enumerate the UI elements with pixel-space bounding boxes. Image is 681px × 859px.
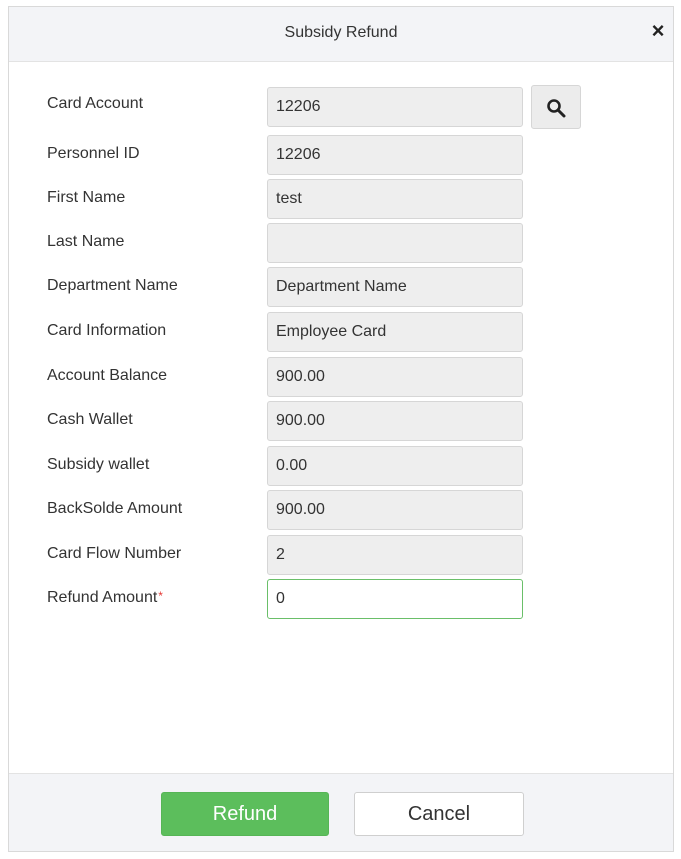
cash-wallet-label: Cash Wallet [47, 411, 133, 428]
close-icon[interactable]: × [647, 20, 669, 42]
refund-amount-row: Refund Amount* [9, 579, 673, 619]
cancel-button[interactable]: Cancel [354, 792, 524, 836]
backsolde-amount-label: BackSolde Amount [47, 500, 183, 517]
required-marker: * [158, 589, 163, 603]
personnel-id-field[interactable] [267, 135, 523, 175]
dialog-titlebar: Subsidy Refund × [9, 7, 673, 62]
subsidy-wallet-label: Subsidy wallet [47, 456, 150, 473]
first-name-field[interactable] [267, 179, 523, 219]
personnel-id-label: Personnel ID [47, 145, 140, 162]
cash-wallet-row: Cash Wallet [9, 401, 673, 441]
refund-amount-label: Refund Amount* [47, 589, 163, 607]
card-flow-number-label: Card Flow Number [47, 545, 182, 562]
card-information-field[interactable] [267, 312, 523, 352]
dialog-footer: Refund Cancel [9, 773, 673, 851]
cash-wallet-field[interactable] [267, 401, 523, 441]
refund-button[interactable]: Refund [161, 792, 329, 836]
last-name-label: Last Name [47, 233, 125, 250]
backsolde-amount-row: BackSolde Amount [9, 490, 673, 530]
card-flow-number-field[interactable] [267, 535, 523, 575]
subsidy-wallet-field[interactable] [267, 446, 523, 486]
department-name-label: Department Name [47, 277, 178, 294]
refund-amount-label-text: Refund Amount [47, 589, 158, 606]
card-information-row: Card Information [9, 312, 673, 352]
backsolde-amount-field[interactable] [267, 490, 523, 530]
department-name-row: Department Name [9, 267, 673, 307]
search-button[interactable] [531, 85, 581, 129]
refund-amount-input[interactable] [267, 579, 523, 619]
subsidy-refund-dialog: Subsidy Refund × Card Account Personnel … [8, 6, 674, 852]
first-name-label: First Name [47, 189, 126, 206]
account-balance-field[interactable] [267, 357, 523, 397]
last-name-row: Last Name [9, 223, 673, 263]
card-account-field[interactable] [267, 87, 523, 127]
department-name-field[interactable] [267, 267, 523, 307]
account-balance-label: Account Balance [47, 367, 168, 384]
subsidy-wallet-row: Subsidy wallet [9, 446, 673, 486]
first-name-row: First Name [9, 179, 673, 219]
dialog-title: Subsidy Refund [284, 24, 398, 41]
personnel-id-row: Personnel ID [9, 135, 673, 175]
card-flow-number-row: Card Flow Number [9, 535, 673, 575]
card-information-label: Card Information [47, 322, 167, 339]
account-balance-row: Account Balance [9, 357, 673, 397]
last-name-field[interactable] [267, 223, 523, 263]
card-account-label: Card Account [47, 95, 144, 112]
search-icon [547, 99, 566, 118]
